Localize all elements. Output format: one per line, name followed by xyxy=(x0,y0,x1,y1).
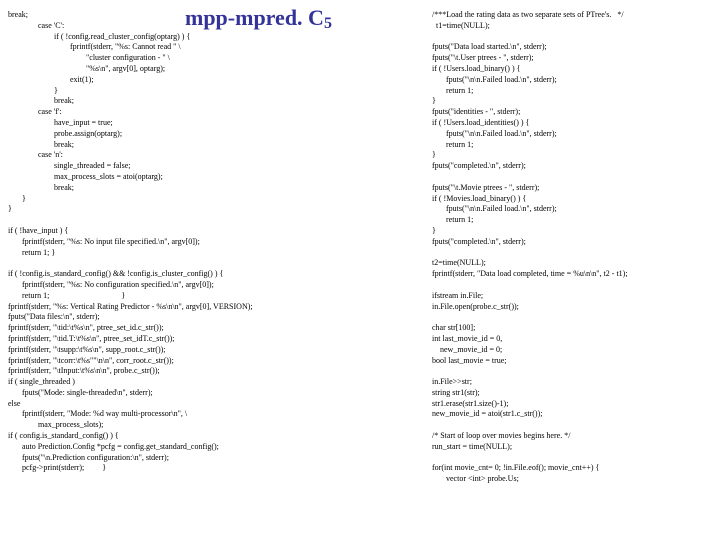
right-code-block: /***Load the rating data as two separate… xyxy=(432,10,712,485)
left-code-block: break; case 'C': if ( !config.read_clust… xyxy=(8,10,418,474)
